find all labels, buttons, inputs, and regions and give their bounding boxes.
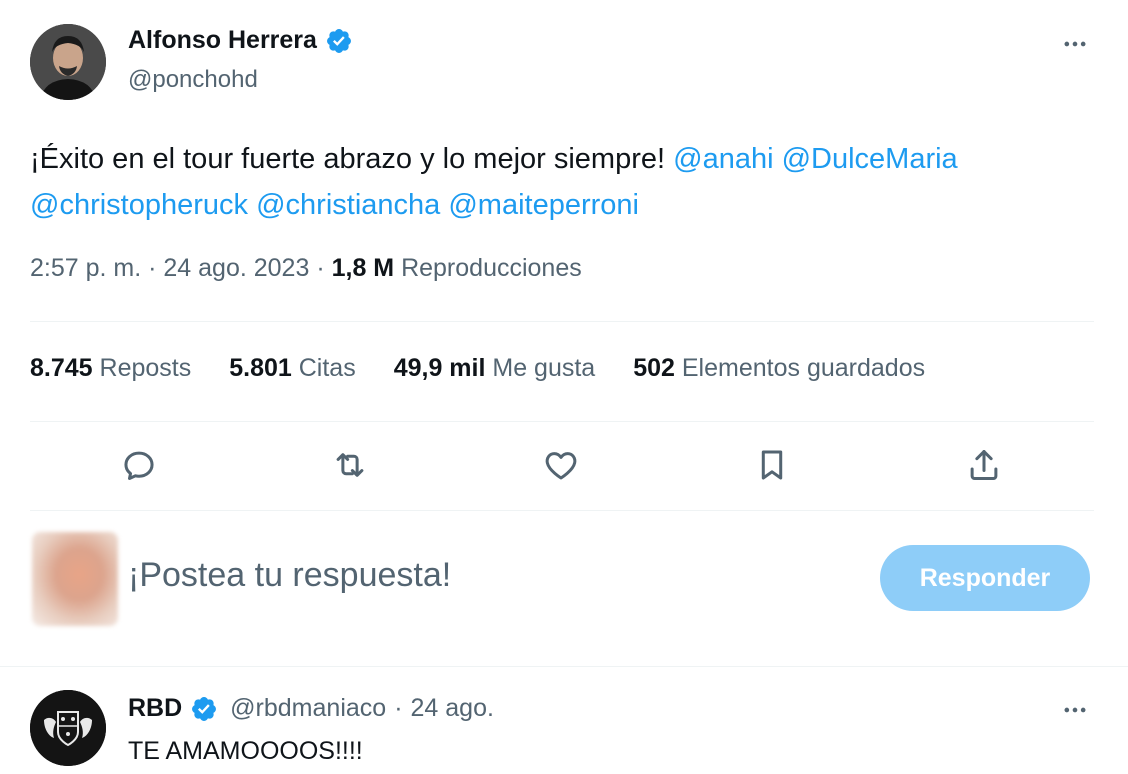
reply-date[interactable]: 24 ago. (411, 694, 494, 723)
share-icon (970, 450, 998, 480)
engagement-stats: 8.745 Reposts 5.801 Citas 49,9 mil Me gu… (30, 354, 925, 383)
like-icon (545, 452, 577, 480)
tweet-meta: 2:57 p. m. · 24 ago. 2023 · 1,8 M Reprod… (30, 254, 582, 283)
rbd-crest-icon (30, 690, 106, 766)
share-button[interactable] (960, 441, 1008, 489)
divider (30, 421, 1094, 422)
author-name-row[interactable]: Alfonso Herrera (128, 26, 353, 55)
reply-separator: · (394, 694, 403, 722)
stat-label: Elementos guardados (674, 354, 926, 382)
repost-button[interactable] (326, 441, 374, 489)
stat-count: 502 (633, 354, 675, 382)
current-user-avatar (32, 532, 118, 626)
tweet-text-body: ¡Éxito en el tour fuerte abrazo y lo mej… (30, 143, 674, 175)
stat-bookmarks[interactable]: 502 Elementos guardados (633, 354, 925, 383)
verified-badge-icon (326, 28, 351, 53)
tweet-date[interactable]: 24 ago. 2023 (163, 254, 309, 282)
stat-label: Reposts (92, 354, 192, 382)
meta-separator: · (141, 254, 164, 282)
reply-text: TE AMAMOOOOS!!!! (128, 737, 363, 765)
reply-submit-button[interactable]: Responder (880, 545, 1090, 611)
stat-count: 8.745 (30, 354, 93, 382)
stat-count: 5.801 (229, 354, 292, 382)
author-avatar[interactable] (30, 24, 106, 100)
stat-label: Me gusta (485, 354, 596, 382)
reply-button[interactable] (115, 441, 163, 489)
stat-likes[interactable]: 49,9 mil Me gusta (394, 354, 596, 383)
tweet-text: ¡Éxito en el tour fuerte abrazo y lo mej… (30, 136, 1100, 228)
author-name[interactable]: Alfonso Herrera (128, 26, 317, 55)
stat-quotes[interactable]: 5.801 Citas (229, 354, 355, 383)
divider (30, 321, 1094, 322)
more-options-icon[interactable] (1059, 28, 1091, 60)
reply-input[interactable]: ¡Postea tu respuesta! (128, 556, 451, 595)
bookmark-button[interactable] (748, 441, 796, 489)
reply-author-avatar[interactable] (30, 690, 106, 766)
mention-link[interactable]: @maiteperroni (448, 189, 639, 221)
reply-author-name[interactable]: RBD (128, 694, 182, 723)
stat-count: 49,9 mil (393, 354, 486, 382)
views-count: 1,8 M (331, 254, 395, 282)
divider (0, 666, 1128, 667)
meta-separator: · (309, 254, 332, 282)
mention-link[interactable]: @christopheruck (30, 189, 248, 221)
stat-reposts[interactable]: 8.745 Reposts (30, 354, 191, 383)
author-handle[interactable]: @ponchohd (128, 66, 258, 94)
stat-label: Citas (291, 354, 356, 382)
divider (30, 510, 1094, 511)
mention-link[interactable]: @anahi (673, 143, 773, 175)
tweet-time[interactable]: 2:57 p. m. (30, 254, 141, 282)
reply-icon (124, 451, 154, 480)
verified-badge-icon (192, 696, 217, 721)
mention-link[interactable]: @christiancha (256, 189, 440, 221)
reply-author-row: RBD @rbdmaniaco · 24 ago. (128, 694, 494, 723)
repost-icon (336, 453, 364, 477)
bookmark-icon (761, 450, 783, 480)
mention-link[interactable]: @DulceMaria (782, 143, 958, 175)
author-avatar-image (30, 24, 106, 100)
more-options-icon[interactable] (1059, 694, 1091, 726)
reply-author-handle[interactable]: @rbdmaniaco (230, 694, 386, 723)
like-button[interactable] (537, 441, 585, 489)
views-label: Reproducciones (394, 254, 582, 282)
